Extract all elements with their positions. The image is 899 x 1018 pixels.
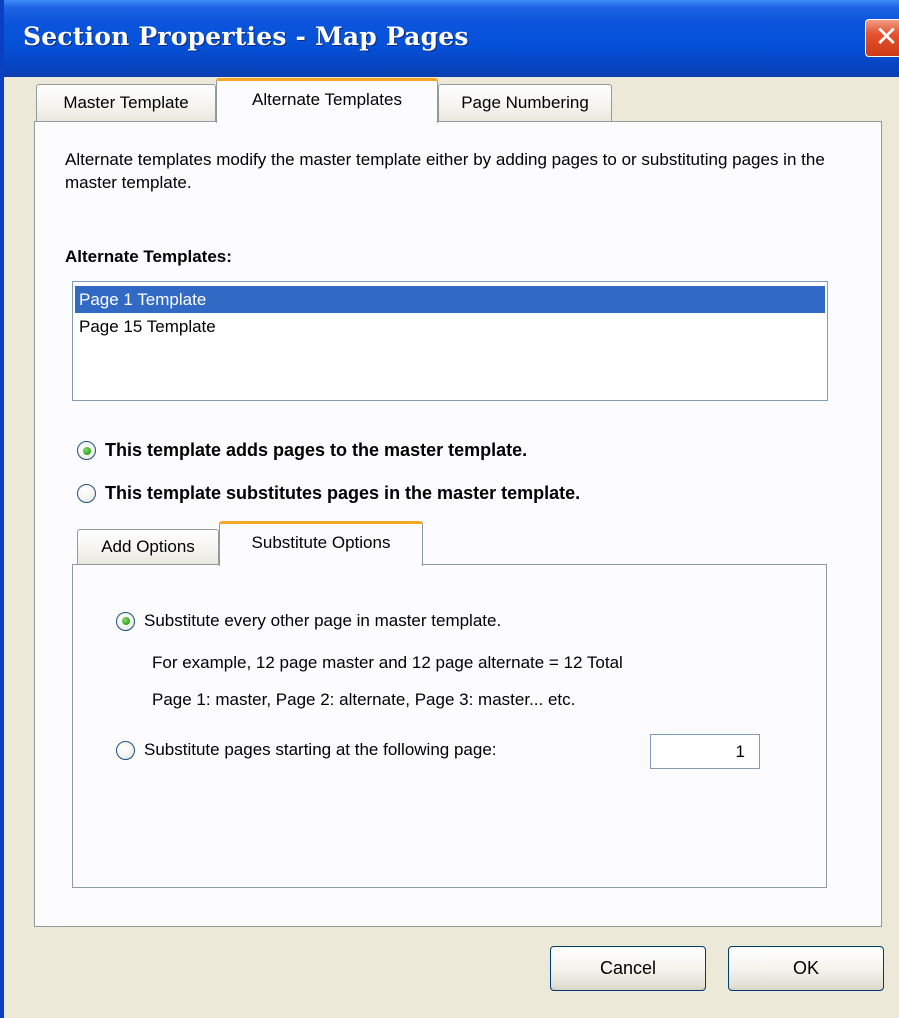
- description-text: Alternate templates modify the master te…: [65, 150, 825, 192]
- adds-pages-radio[interactable]: [77, 441, 96, 460]
- tab-substitute-options-label: Substitute Options: [251, 533, 391, 552]
- list-item-page-1-template[interactable]: Page 1 Template: [75, 286, 825, 313]
- list-item-page-15-template[interactable]: Page 15 Template: [75, 313, 825, 340]
- close-icon: ✕: [874, 20, 899, 53]
- tab-page-numbering-label: Page Numbering: [461, 93, 589, 112]
- window-title: Section Properties - Map Pages: [23, 22, 469, 51]
- title-bar[interactable]: Section Properties - Map Pages ✕: [4, 0, 899, 77]
- adds-pages-label: This template adds pages to the master t…: [105, 440, 528, 460]
- cancel-button[interactable]: Cancel: [550, 946, 706, 991]
- substitute-every-other-option[interactable]: Substitute every other page in master te…: [116, 611, 501, 631]
- substitutes-pages-radio[interactable]: [77, 484, 96, 503]
- tab-master-template[interactable]: Master Template: [36, 84, 216, 122]
- close-button[interactable]: ✕: [865, 19, 899, 57]
- tab-add-options[interactable]: Add Options: [77, 529, 219, 565]
- tab-page-numbering[interactable]: Page Numbering: [438, 84, 612, 122]
- tab-substitute-options[interactable]: Substitute Options: [219, 521, 423, 566]
- ok-button[interactable]: OK: [728, 946, 884, 991]
- tab-alternate-templates-label: Alternate Templates: [252, 90, 402, 109]
- adds-pages-option[interactable]: This template adds pages to the master t…: [77, 440, 527, 461]
- example-text: For example, 12 page master and 12 page …: [152, 653, 623, 672]
- tab-master-template-label: Master Template: [63, 93, 189, 112]
- tab-alternate-templates[interactable]: Alternate Templates: [216, 78, 438, 123]
- substitute-starting-at-radio[interactable]: [116, 740, 135, 760]
- substitute-every-other-radio[interactable]: [116, 611, 135, 631]
- alternate-templates-list[interactable]: Page 1 Template Page 15 Template: [72, 281, 828, 401]
- substitute-every-other-label: Substitute every other page in master te…: [144, 611, 502, 630]
- dialog-window: Section Properties - Map Pages ✕ Master …: [0, 0, 899, 1018]
- substitute-starting-at-label: Substitute pages starting at the followi…: [144, 740, 497, 759]
- start-page-input[interactable]: [650, 734, 760, 769]
- pattern-text: Page 1: master, Page 2: alternate, Page …: [152, 690, 576, 709]
- cancel-button-label: Cancel: [599, 958, 657, 978]
- alternate-templates-label: Alternate Templates:: [65, 247, 232, 266]
- tab-add-options-label: Add Options: [101, 537, 195, 556]
- substitute-starting-at-option[interactable]: Substitute pages starting at the followi…: [116, 740, 497, 760]
- ok-button-label: OK: [792, 958, 819, 978]
- substitutes-pages-label: This template substitutes pages in the m…: [105, 483, 581, 503]
- substitutes-pages-option[interactable]: This template substitutes pages in the m…: [77, 483, 580, 504]
